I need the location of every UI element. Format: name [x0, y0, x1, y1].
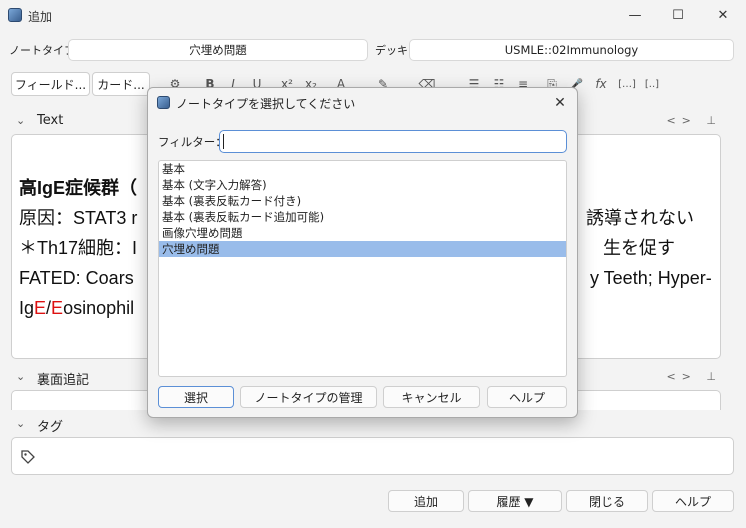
list-item[interactable]: 基本 (裏表反転カード追加可能) — [159, 209, 566, 225]
pin-icon[interactable]: ⊥ — [706, 114, 722, 127]
choose-button[interactable]: 選択 — [158, 386, 234, 408]
history-button[interactable]: 履歴 ▼ — [468, 490, 562, 512]
window-titlebar: 追加 — ☐ ✕ — [0, 0, 746, 32]
list-item-selected[interactable]: 穴埋め問題 — [159, 241, 566, 257]
dialog-help-button[interactable]: ヘルプ — [487, 386, 567, 408]
math-icon[interactable]: fx — [590, 74, 612, 94]
tags-header[interactable]: ⌄ タグ — [0, 415, 746, 435]
html-toggle-icon[interactable]: <> — [666, 370, 696, 383]
cloze-same-icon[interactable]: [..] — [641, 74, 663, 94]
add-button[interactable]: 追加 — [388, 490, 464, 512]
tags-editor[interactable] — [11, 437, 734, 475]
dialog-app-icon — [157, 96, 170, 109]
chevron-down-icon[interactable]: ⌄ — [16, 114, 25, 127]
filter-label: フィルター： — [158, 135, 227, 149]
dialog-close-icon[interactable]: ✕ — [549, 92, 571, 114]
note-type-list[interactable]: 基本 基本 (文字入力解答) 基本 (裏表反転カード付き) 基本 (裏表反転カー… — [158, 160, 567, 377]
list-item[interactable]: 基本 (裏表反転カード付き) — [159, 193, 566, 209]
note-type-selector[interactable]: 穴埋め問題 — [68, 39, 368, 61]
close-button[interactable]: ✕ — [708, 4, 738, 26]
note-type-label: ノートタイプ — [9, 44, 75, 57]
chevron-down-icon[interactable]: ⌄ — [16, 417, 25, 430]
text-caret — [223, 134, 224, 149]
editor-line-1: 高IgE症候群（ — [19, 178, 138, 198]
list-item[interactable]: 基本 (文字入力解答) — [159, 177, 566, 193]
help-button[interactable]: ヘルプ — [652, 490, 734, 512]
maximize-button[interactable]: ☐ — [663, 4, 693, 26]
dialog-titlebar: ノートタイプを選択してください ✕ — [148, 88, 577, 118]
cloze-icon[interactable]: […] — [616, 74, 638, 94]
app-icon — [8, 8, 22, 22]
chevron-down-icon[interactable]: ⌄ — [16, 370, 25, 383]
list-item[interactable]: 基本 — [159, 161, 566, 177]
dialog-title: ノートタイプを選択してください — [176, 97, 356, 111]
editor-line-4-start: FATED: Coars — [19, 268, 134, 288]
list-item[interactable]: 画像穴埋め問題 — [159, 225, 566, 241]
cloze-letter-1: E — [34, 298, 47, 318]
editor-line-3-start: ＊Th17細胞：I — [19, 238, 138, 258]
pin-icon[interactable]: ⊥ — [706, 370, 722, 383]
bottom-button-bar: 追加 履歴 ▼ 閉じる ヘルプ — [0, 490, 746, 514]
editor-line-2-end: 誘導されない — [586, 208, 694, 228]
editor-line-2-start: 原因：STAT3 r — [19, 208, 138, 228]
window-title: 追加 — [28, 10, 53, 24]
tags-label: タグ — [37, 420, 64, 435]
cards-button[interactable]: カード... — [92, 72, 150, 96]
choose-note-type-dialog: ノートタイプを選択してください ✕ フィルター： 基本 基本 (文字入力解答) … — [147, 87, 578, 418]
editor-line-5-rest: osinophil — [63, 298, 135, 318]
close-editor-button[interactable]: 閉じる — [566, 490, 648, 512]
note-type-row: ノートタイプ 穴埋め問題 デッキ USMLE::02Immunology — [0, 38, 746, 62]
minimize-button[interactable]: — — [620, 4, 650, 26]
editor-line-5-prefix: Ig — [19, 298, 35, 318]
text-field-label: Text — [37, 113, 64, 128]
cloze-letter-2: E — [51, 298, 64, 318]
manage-note-types-button[interactable]: ノートタイプの管理 — [240, 386, 377, 408]
deck-selector[interactable]: USMLE::02Immunology — [409, 39, 734, 61]
cancel-button[interactable]: キャンセル — [383, 386, 480, 408]
html-toggle-icon[interactable]: <> — [666, 114, 696, 127]
fields-button[interactable]: フィールド... — [11, 72, 90, 96]
editor-line-3-end: 生を促す — [603, 238, 675, 258]
filter-input[interactable] — [219, 130, 567, 153]
deck-label: デッキ — [375, 44, 408, 57]
back-extra-label: 裏面追記 — [37, 373, 90, 388]
tag-icon — [21, 450, 35, 464]
editor-line-4-end: y Teeth; Hyper- — [590, 268, 712, 288]
